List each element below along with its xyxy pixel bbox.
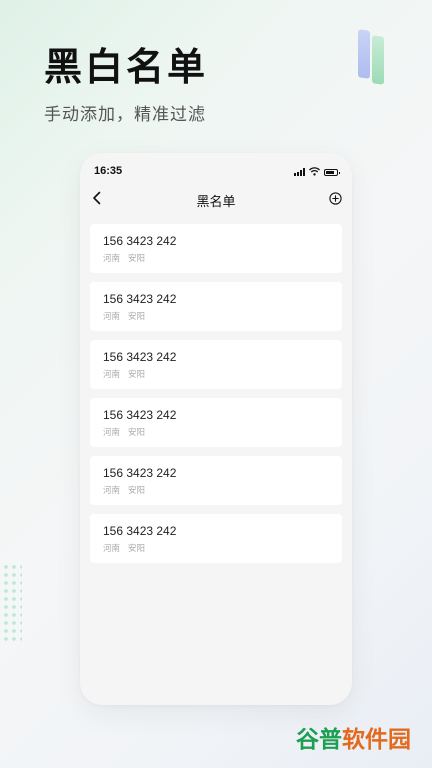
watermark-part2: 软件园 xyxy=(342,727,411,753)
phone-number: 156 3423 242 xyxy=(103,292,177,306)
list-item[interactable]: 156 3423 242 河南 安阳 xyxy=(90,340,342,389)
battery-icon xyxy=(324,169,340,176)
city: 安阳 xyxy=(128,312,146,322)
promo-title: 黑白名单 xyxy=(44,45,209,89)
location: 河南 安阳 xyxy=(103,310,145,322)
list-item[interactable]: 156 3423 242 河南 安阳 xyxy=(90,514,342,563)
watermark-part1: 谷普 xyxy=(296,727,342,753)
plus-circle-icon xyxy=(328,191,342,205)
location: 河南 安阳 xyxy=(103,426,145,438)
phone-number: 156 3423 242 xyxy=(103,234,177,248)
page-title: 黑名单 xyxy=(196,195,236,210)
province: 河南 xyxy=(103,312,121,322)
promo-subtitle: 手动添加，精准过滤 xyxy=(44,105,206,125)
phone-number: 156 3423 242 xyxy=(103,466,177,480)
phone-number: 156 3423 242 xyxy=(103,408,177,422)
city: 安阳 xyxy=(128,370,146,380)
signal-icon xyxy=(294,168,305,176)
phone-number: 156 3423 242 xyxy=(103,524,177,538)
province: 河南 xyxy=(103,428,121,438)
status-bar: 16:35 xyxy=(80,153,352,187)
list-item[interactable]: 156 3423 242 河南 安阳 xyxy=(90,398,342,447)
province: 河南 xyxy=(103,254,121,264)
city: 安阳 xyxy=(128,254,146,264)
province: 河南 xyxy=(103,486,121,496)
location: 河南 安阳 xyxy=(103,542,145,554)
decorative-bars-icon xyxy=(356,29,396,86)
location: 河南 安阳 xyxy=(103,368,145,380)
add-button[interactable] xyxy=(326,189,344,207)
blacklist-list: 156 3423 242 河南 安阳 156 3423 242 河南 安阳 156 … xyxy=(90,224,342,572)
list-item[interactable]: 156 3423 242 河南 安阳 xyxy=(90,282,342,331)
status-icons xyxy=(294,166,340,176)
nav-bar: 黑名单 xyxy=(80,187,352,211)
phone-number: 156 3423 242 xyxy=(103,350,177,364)
list-item[interactable]: 156 3423 242 河南 安阳 xyxy=(90,224,342,273)
province: 河南 xyxy=(103,544,121,554)
city: 安阳 xyxy=(128,428,146,438)
decorative-dots xyxy=(2,563,22,643)
decorative-bar-green xyxy=(372,35,384,85)
decorative-bar-blue xyxy=(358,29,370,79)
location: 河南 安阳 xyxy=(103,252,145,264)
phone-mockup: 16:35 黑名单 156 3423 242 河南 安阳 156 3423 24… xyxy=(80,153,352,705)
list-item[interactable]: 156 3423 242 河南 安阳 xyxy=(90,456,342,505)
wifi-icon xyxy=(309,167,320,176)
city: 安阳 xyxy=(128,544,146,554)
status-time: 16:35 xyxy=(94,165,123,177)
watermark-logo: 谷普软件园 xyxy=(296,724,411,756)
city: 安阳 xyxy=(128,486,146,496)
province: 河南 xyxy=(103,370,121,380)
location: 河南 安阳 xyxy=(103,484,145,496)
